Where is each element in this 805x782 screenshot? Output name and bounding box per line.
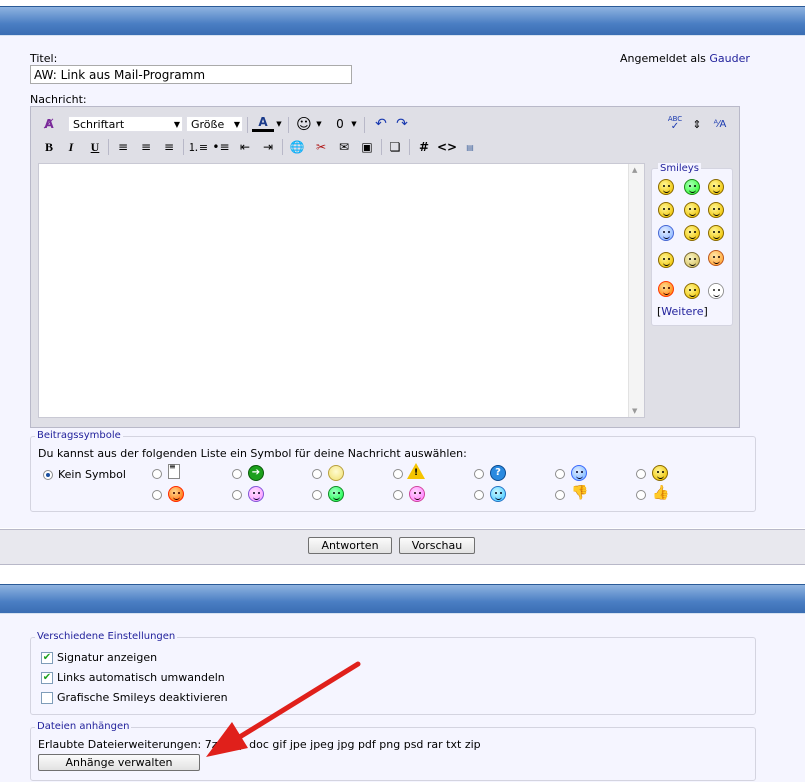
red-arrow-icon (206, 661, 361, 757)
